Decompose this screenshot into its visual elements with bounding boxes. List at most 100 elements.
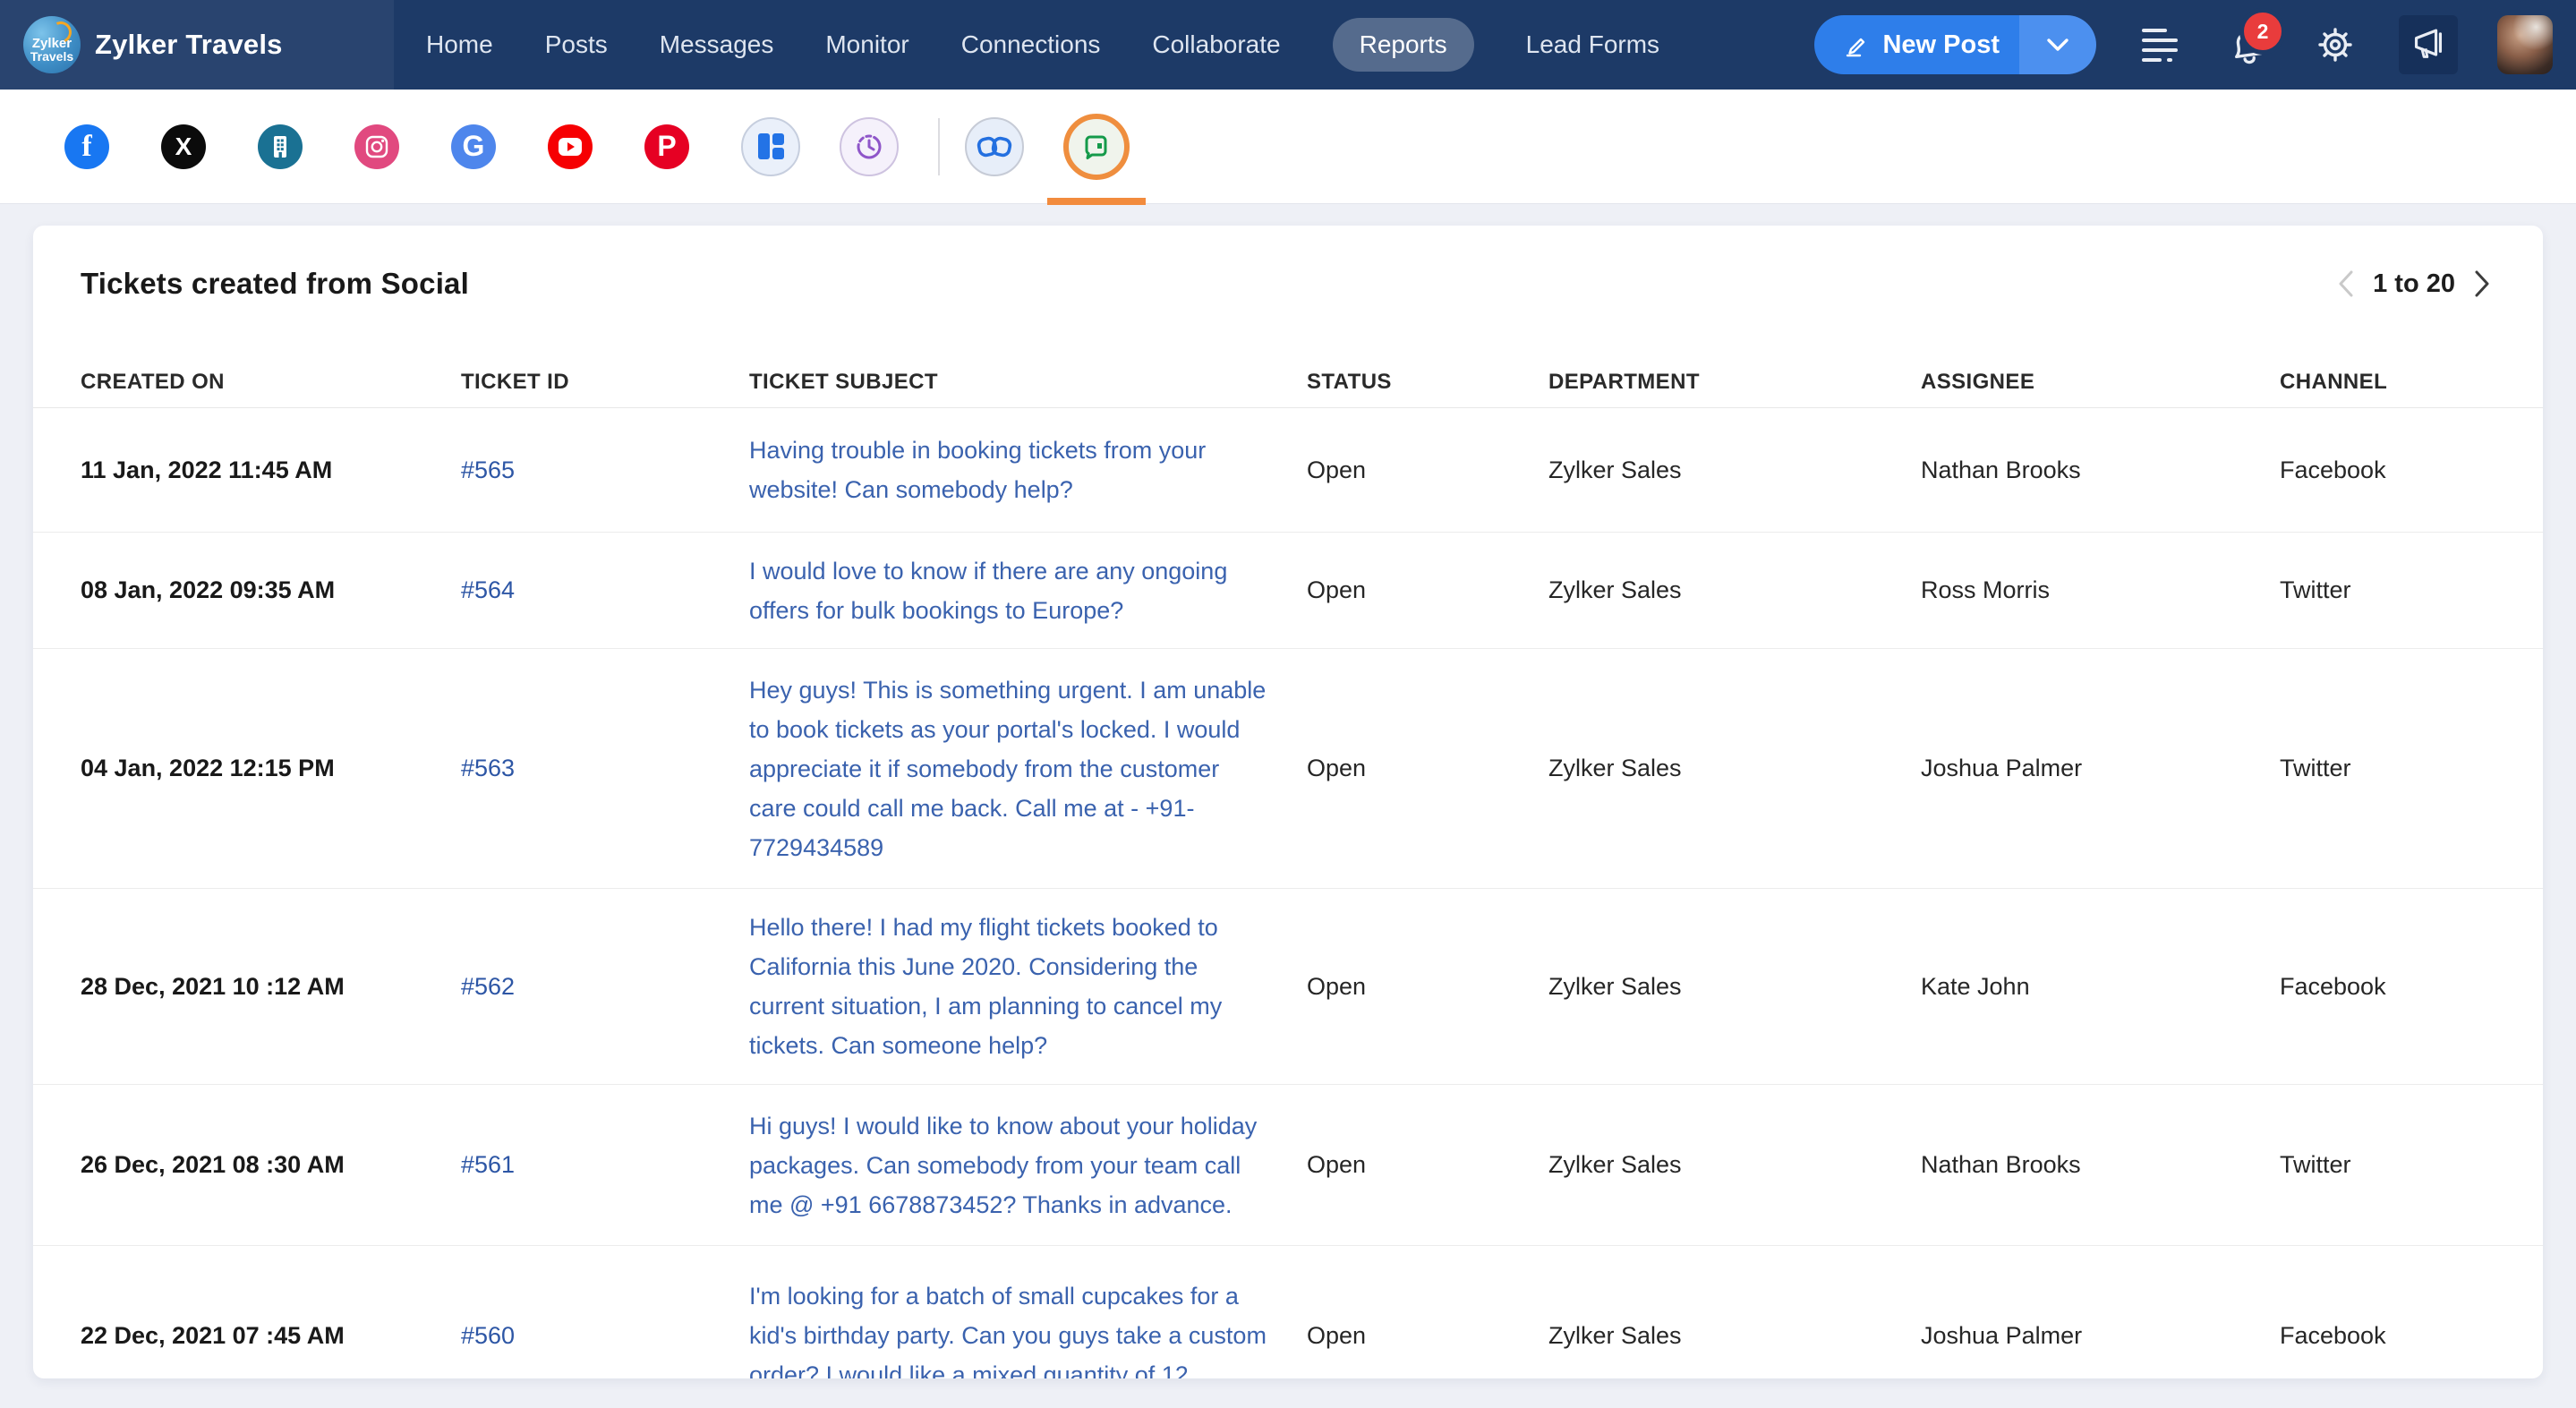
department-cell: Zylker Sales — [1548, 576, 1921, 604]
status-cell: Open — [1307, 457, 1548, 484]
pagination-prev-button[interactable] — [2335, 269, 2357, 299]
assignee-cell: Nathan Brooks — [1921, 457, 2280, 484]
channel-cell: Facebook — [2280, 457, 2493, 484]
assignee-cell: Ross Morris — [1921, 576, 2280, 604]
pagination-next-button[interactable] — [2471, 269, 2493, 299]
brand[interactable]: Zylker Travels Zylker Travels — [0, 0, 394, 90]
ticket-subject-link[interactable]: Hello there! I had my flight tickets boo… — [749, 908, 1268, 1065]
new-post-label: New Post — [1882, 30, 2000, 60]
new-post-dropdown-button[interactable] — [2019, 15, 2096, 74]
channel-cell: Twitter — [2280, 755, 2493, 782]
brand-name: Zylker Travels — [95, 29, 283, 61]
megaphone-icon — [2409, 26, 2448, 64]
status-cell: Open — [1307, 973, 1548, 1001]
created-on-cell: 04 Jan, 2022 12:15 PM — [81, 755, 461, 782]
nav-item-posts[interactable]: Posts — [545, 18, 608, 72]
channel-group-divider — [938, 118, 940, 175]
x-twitter-channel-icon[interactable]: X — [161, 124, 206, 169]
linkedin-company-channel-icon[interactable] — [258, 124, 303, 169]
instagram-channel-icon[interactable] — [354, 124, 399, 169]
column-channel: CHANNEL — [2280, 370, 2493, 395]
new-post-button[interactable]: New Post — [1814, 15, 2019, 74]
column-status: STATUS — [1307, 370, 1548, 395]
column-ticket-id: TICKET ID — [461, 370, 749, 395]
ticket-subject-link[interactable]: Having trouble in booking tickets from y… — [749, 431, 1268, 509]
page-content: Tickets created from Social 1 to 20 CREA… — [0, 204, 2576, 1408]
status-cell: Open — [1307, 755, 1548, 782]
nav-item-home[interactable]: Home — [426, 18, 493, 72]
ticket-id-link[interactable]: #561 — [461, 1151, 515, 1178]
ticket-subject-link[interactable]: I would love to know if there are any on… — [749, 551, 1268, 630]
google-business-channel-icon[interactable]: G — [451, 124, 496, 169]
ticket-subject-link[interactable]: Hi guys! I would like to know about your… — [749, 1106, 1268, 1225]
column-ticket-subject: TICKET SUBJECT — [749, 370, 1307, 395]
nav-item-lead-forms[interactable]: Lead Forms — [1526, 18, 1659, 72]
column-created-on: CREATED ON — [81, 370, 461, 395]
main-menu: Home Posts Messages Monitor Connections … — [426, 18, 1659, 72]
department-cell: Zylker Sales — [1548, 973, 1921, 1001]
activity-list-button[interactable] — [2136, 21, 2184, 69]
youtube-channel-icon[interactable] — [548, 124, 593, 169]
play-icon — [558, 137, 583, 157]
brand-logo-icon: Zylker Travels — [23, 16, 81, 73]
notifications-button[interactable]: 2 — [2223, 21, 2272, 69]
logo-text-bottom: Travels — [30, 50, 73, 64]
table-header-row: CREATED ON TICKET ID TICKET SUBJECT STAT… — [33, 356, 2543, 408]
department-cell: Zylker Sales — [1548, 755, 1921, 782]
ticket-id-link[interactable]: #564 — [461, 576, 515, 603]
pagination-range: 1 to 20 — [2373, 269, 2455, 299]
user-avatar[interactable] — [2497, 15, 2553, 74]
zoho-crm-channel-icon[interactable] — [965, 117, 1024, 176]
nav-item-reports[interactable]: Reports — [1333, 18, 1474, 72]
pagination: 1 to 20 — [2335, 265, 2493, 303]
channel-bar: f X G — [0, 90, 2576, 204]
camera-icon — [364, 134, 389, 159]
grid-icon — [758, 133, 784, 159]
ticket-id-link[interactable]: #562 — [461, 973, 515, 1000]
zoho-desk-icon — [1082, 132, 1111, 161]
created-on-cell: 11 Jan, 2022 11:45 AM — [81, 457, 461, 484]
card-header: Tickets created from Social 1 to 20 — [81, 265, 2493, 303]
report-card: Tickets created from Social 1 to 20 CREA… — [33, 226, 2543, 1378]
nav-item-connections[interactable]: Connections — [961, 18, 1101, 72]
department-cell: Zylker Sales — [1548, 457, 1921, 484]
ticket-subject-link[interactable]: I'm looking for a batch of small cupcake… — [749, 1276, 1268, 1378]
ticket-id-link[interactable]: #563 — [461, 755, 515, 781]
channel-cell: Facebook — [2280, 1322, 2493, 1350]
assignee-cell: Kate John — [1921, 973, 2280, 1001]
nav-item-collaborate[interactable]: Collaborate — [1152, 18, 1280, 72]
table-row: 11 Jan, 2022 11:45 AM #565 Having troubl… — [33, 408, 2543, 533]
pinterest-channel-icon[interactable]: P — [644, 124, 689, 169]
department-cell: Zylker Sales — [1548, 1322, 1921, 1350]
table-row: 26 Dec, 2021 08 :30 AM #561 Hi guys! I w… — [33, 1085, 2543, 1246]
infinity-rings-icon — [977, 135, 1012, 158]
table-row: 22 Dec, 2021 07 :45 AM #560 I'm looking … — [33, 1246, 2543, 1378]
created-on-cell: 08 Jan, 2022 09:35 AM — [81, 576, 461, 604]
status-cell: Open — [1307, 576, 1548, 604]
ticket-id-link[interactable]: #560 — [461, 1322, 515, 1349]
nav-item-messages[interactable]: Messages — [660, 18, 774, 72]
department-cell: Zylker Sales — [1548, 1151, 1921, 1179]
building-icon — [269, 134, 292, 159]
column-department: DEPARTMENT — [1548, 370, 1921, 395]
layout-grid-channel-icon[interactable] — [741, 117, 800, 176]
ticket-id-link[interactable]: #565 — [461, 457, 515, 483]
created-on-cell: 26 Dec, 2021 08 :30 AM — [81, 1151, 461, 1179]
zoho-desk-channel-icon[interactable] — [1063, 114, 1130, 180]
clock-icon — [854, 132, 884, 162]
table-row: 08 Jan, 2022 09:35 AM #564 I would love … — [33, 533, 2543, 649]
announcements-button[interactable] — [2399, 15, 2458, 74]
history-clock-channel-icon[interactable] — [840, 117, 899, 176]
ticket-subject-link[interactable]: Hey guys! This is something urgent. I am… — [749, 670, 1268, 867]
channel-cell: Twitter — [2280, 1151, 2493, 1179]
channel-cell: Twitter — [2280, 576, 2493, 604]
column-assignee: ASSIGNEE — [1921, 370, 2280, 395]
settings-button[interactable] — [2311, 21, 2359, 69]
nav-item-monitor[interactable]: Monitor — [825, 18, 908, 72]
channel-cell: Facebook — [2280, 973, 2493, 1001]
table-row: 28 Dec, 2021 10 :12 AM #562 Hello there!… — [33, 889, 2543, 1085]
pencil-icon — [1841, 30, 1870, 59]
facebook-channel-icon[interactable]: f — [64, 124, 109, 169]
page-title: Tickets created from Social — [81, 265, 2493, 303]
table-row: 04 Jan, 2022 12:15 PM #563 Hey guys! Thi… — [33, 649, 2543, 889]
